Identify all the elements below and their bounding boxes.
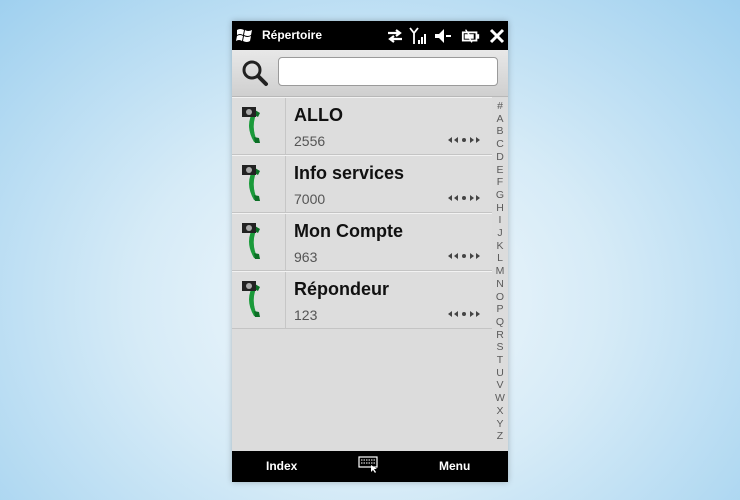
volume-muted-icon[interactable]: [433, 26, 453, 46]
softkey-bar: Index Menu: [232, 451, 508, 482]
navigation-arrows-icon: [448, 311, 480, 317]
alphabet-index-letter[interactable]: G: [496, 189, 504, 202]
alphabet-index-letter[interactable]: U: [496, 367, 504, 380]
camera-icon: [242, 281, 256, 291]
alphabet-index-letter[interactable]: S: [496, 341, 503, 354]
alphabet-index-letter[interactable]: Z: [497, 430, 503, 443]
camera-icon: [242, 223, 256, 233]
menu-softkey[interactable]: Menu: [439, 459, 470, 473]
search-input[interactable]: [278, 57, 498, 86]
contact-name: Répondeur: [294, 279, 390, 299]
alphabet-index[interactable]: # A B C D E F G H I J K L M N O P Q R S T U V W X Y Z: [494, 100, 506, 443]
alphabet-index-letter[interactable]: V: [496, 379, 503, 392]
keyboard-icon[interactable]: [358, 455, 380, 473]
alphabet-index-letter[interactable]: K: [496, 240, 503, 253]
alphabet-index-letter[interactable]: Y: [496, 418, 503, 431]
alphabet-index-letter[interactable]: J: [497, 227, 502, 240]
search-icon: [242, 60, 268, 86]
alphabet-index-letter[interactable]: O: [496, 291, 504, 304]
alphabet-index-letter[interactable]: #: [497, 100, 503, 113]
start-menu-icon[interactable]: [236, 27, 254, 45]
alphabet-index-letter[interactable]: T: [497, 354, 503, 367]
index-softkey[interactable]: Index: [266, 459, 297, 473]
navigation-arrows-icon: [448, 195, 480, 201]
alphabet-index-letter[interactable]: I: [499, 214, 502, 227]
alphabet-index-letter[interactable]: C: [496, 138, 504, 151]
contact-number: 123: [294, 307, 318, 323]
status-bar: Répertoire: [232, 21, 508, 50]
navigation-arrows-icon: [448, 253, 480, 259]
alphabet-index-letter[interactable]: M: [496, 265, 505, 278]
alphabet-index-letter[interactable]: F: [497, 176, 503, 189]
navigation-arrows-icon: [448, 137, 480, 143]
contact-row-mon-compte[interactable]: Mon Compte 963: [232, 213, 492, 271]
camera-icon: [242, 107, 256, 117]
contact-number: 963: [294, 249, 318, 265]
contact-number: 2556: [294, 133, 326, 149]
alphabet-index-letter[interactable]: E: [496, 164, 503, 177]
contact-thumbnail: [232, 272, 286, 328]
alphabet-index-letter[interactable]: B: [496, 125, 503, 138]
contact-name: Info services: [294, 163, 405, 183]
contact-row-repondeur[interactable]: Répondeur 123: [232, 271, 492, 329]
contact-name: Mon Compte: [294, 221, 403, 241]
data-connection-icon[interactable]: [385, 26, 405, 46]
alphabet-index-letter[interactable]: H: [496, 202, 504, 215]
contact-thumbnail: [232, 156, 286, 212]
alphabet-index-letter[interactable]: W: [495, 392, 505, 405]
alphabet-index-letter[interactable]: P: [496, 303, 503, 316]
signal-icon[interactable]: [408, 26, 428, 46]
alphabet-index-letter[interactable]: R: [496, 329, 504, 342]
alphabet-index-letter[interactable]: A: [496, 113, 503, 126]
close-icon[interactable]: [488, 26, 506, 46]
contact-name: ALLO: [294, 105, 343, 125]
contact-number: 7000: [294, 191, 326, 207]
search-bar: [232, 50, 508, 97]
camera-icon: [242, 165, 256, 175]
alphabet-index-letter[interactable]: L: [497, 252, 503, 265]
alphabet-index-letter[interactable]: Q: [496, 316, 504, 329]
contact-row-allo[interactable]: ALLO 2556: [232, 97, 492, 155]
battery-icon[interactable]: [461, 26, 481, 46]
contact-thumbnail: [232, 214, 286, 270]
contact-row-info-services[interactable]: Info services 7000: [232, 155, 492, 213]
phone-screen: Répertoire ALLO 2556 Info services 7000 …: [232, 21, 508, 482]
alphabet-index-letter[interactable]: D: [496, 151, 504, 164]
alphabet-index-letter[interactable]: N: [496, 278, 504, 291]
alphabet-index-letter[interactable]: X: [496, 405, 503, 418]
app-title: Répertoire: [262, 28, 323, 42]
contact-thumbnail: [232, 98, 286, 154]
contact-list: ALLO 2556 Info services 7000 Mon Compte …: [232, 97, 492, 329]
